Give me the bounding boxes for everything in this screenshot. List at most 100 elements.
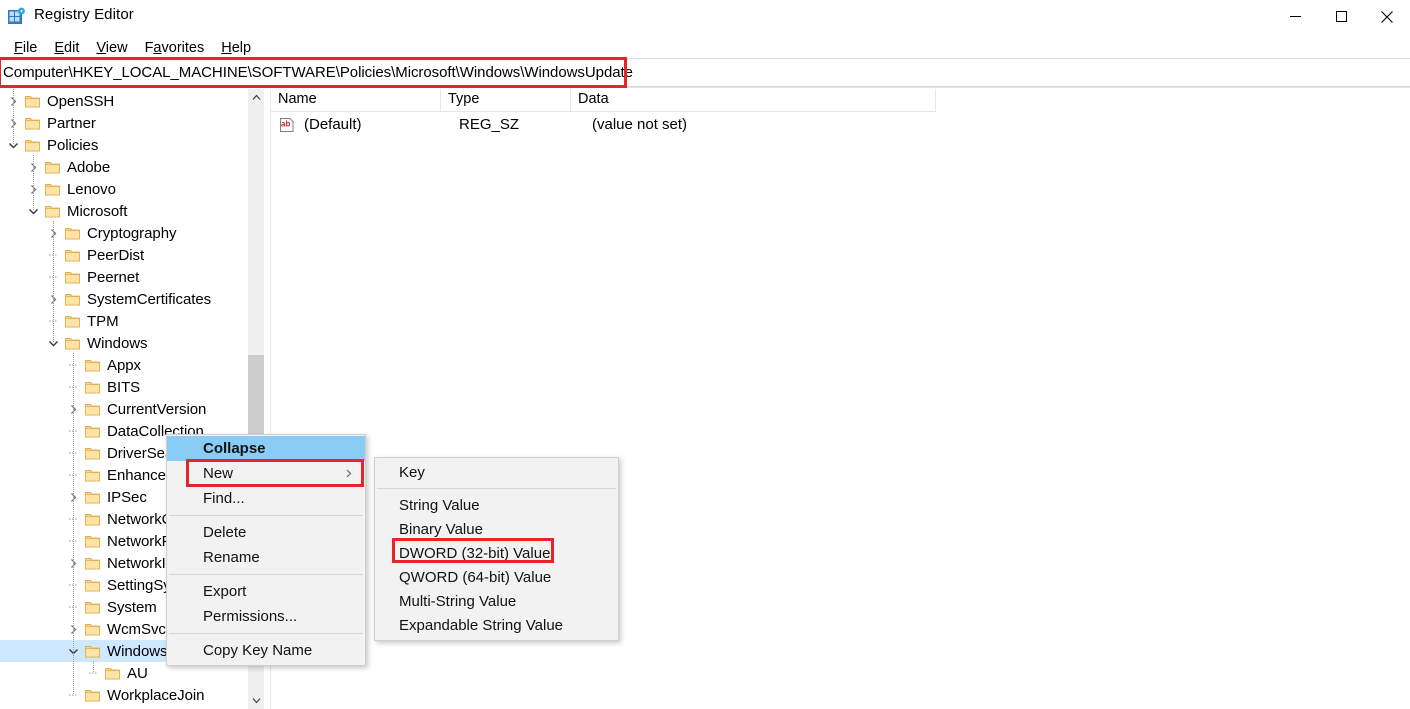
values-list: ab(Default)REG_SZ(value not set) — [271, 112, 1410, 137]
tree-indent-spacer — [0, 618, 65, 640]
submenu-item-qword-64-bit-value[interactable]: QWORD (64-bit) Value — [375, 565, 618, 589]
tree-item-label: Peernet — [82, 269, 139, 286]
address-bar-container: Computer\HKEY_LOCAL_MACHINE\SOFTWARE\Pol… — [0, 58, 1410, 88]
context-menu-item-label: New — [203, 465, 233, 482]
tree-indent-spacer — [0, 244, 45, 266]
value-row[interactable]: ab(Default)REG_SZ(value not set) — [271, 112, 1410, 137]
submenu-item-multi-string-value[interactable]: Multi-String Value — [375, 589, 618, 613]
tree-item-tpm[interactable]: TPM — [0, 310, 247, 332]
tree-indent-spacer — [0, 332, 45, 354]
context-menu-item-label: Collapse — [203, 440, 266, 457]
tree-item-windows[interactable]: Windows — [0, 332, 247, 354]
tree-item-workplacejoin[interactable]: WorkplaceJoin — [0, 684, 247, 706]
column-header-data[interactable]: Data — [571, 89, 936, 112]
tree-indent-spacer — [0, 596, 65, 618]
tree-indent-spacer — [0, 420, 65, 442]
tree-indent-spacer — [0, 486, 65, 508]
submenu-item-key[interactable]: Key — [375, 460, 618, 484]
folder-icon — [22, 90, 42, 112]
folder-icon — [82, 464, 102, 486]
column-header-type[interactable]: Type — [441, 89, 571, 112]
scroll-up-arrow[interactable] — [248, 89, 265, 106]
folder-icon — [22, 112, 42, 134]
tree-item-adobe[interactable]: Adobe — [0, 156, 247, 178]
context-menu-separator — [169, 633, 363, 634]
value-data: (value not set) — [585, 116, 687, 133]
context-menu-separator — [169, 515, 363, 516]
context-menu-item-delete[interactable]: Delete — [167, 520, 365, 545]
context-menu-item-copy-key-name[interactable]: Copy Key Name — [167, 638, 365, 663]
column-header-name[interactable]: Name — [271, 89, 441, 112]
tree-indent-spacer — [0, 640, 65, 662]
menu-edit[interactable]: Edit — [46, 39, 88, 57]
folder-icon — [62, 266, 82, 288]
tree-guide-line — [13, 89, 14, 144]
tree-item-lenovo[interactable]: Lenovo — [0, 178, 247, 200]
menu-favorites[interactable]: Favorites — [137, 39, 214, 57]
tree-item-label: IPSec — [102, 489, 147, 506]
submenu-item-string-value[interactable]: String Value — [375, 493, 618, 517]
submenu-item-label: QWORD (64-bit) Value — [399, 569, 551, 586]
tree-item-peernet[interactable]: Peernet — [0, 266, 247, 288]
tree-item-label: Partner — [42, 115, 96, 132]
scroll-down-arrow[interactable] — [248, 692, 265, 709]
tree-item-microsoft[interactable]: Microsoft — [0, 200, 247, 222]
window-controls — [1272, 0, 1410, 33]
tree-indent-spacer — [0, 376, 65, 398]
maximize-button[interactable] — [1318, 0, 1364, 33]
address-path-text: Computer\HKEY_LOCAL_MACHINE\SOFTWARE\Pol… — [0, 64, 633, 81]
context-menu-item-rename[interactable]: Rename — [167, 545, 365, 570]
folder-icon — [42, 200, 62, 222]
context-menu-item-new[interactable]: New — [167, 461, 365, 486]
folder-icon — [62, 244, 82, 266]
menu-view[interactable]: View — [88, 39, 136, 57]
tree-indent-spacer — [0, 552, 65, 574]
folder-icon — [82, 552, 102, 574]
tree-item-openssh[interactable]: OpenSSH — [0, 90, 247, 112]
submenu-item-label: Expandable String Value — [399, 617, 563, 634]
tree-item-bits[interactable]: BITS — [0, 376, 247, 398]
menu-help[interactable]: Help — [213, 39, 260, 57]
svg-text:ab: ab — [281, 119, 290, 128]
submenu-item-binary-value[interactable]: Binary Value — [375, 517, 618, 541]
context-menu-item-label: Copy Key Name — [203, 642, 312, 659]
folder-icon — [62, 288, 82, 310]
menu-file[interactable]: File — [6, 39, 46, 57]
tree-item-cryptography[interactable]: Cryptography — [0, 222, 247, 244]
tree-item-partner[interactable]: Partner — [0, 112, 247, 134]
tree-item-currentversion[interactable]: CurrentVersion — [0, 398, 247, 420]
submenu-item-label: Key — [399, 464, 425, 481]
submenu-item-label: DWORD (32-bit) Value — [399, 545, 550, 562]
tree-item-label: SystemCertificates — [82, 291, 211, 308]
folder-icon — [42, 156, 62, 178]
address-bar[interactable]: Computer\HKEY_LOCAL_MACHINE\SOFTWARE\Pol… — [0, 58, 1410, 87]
folder-icon — [102, 662, 122, 684]
submenu-item-dword-32-bit-value[interactable]: DWORD (32-bit) Value — [375, 541, 618, 565]
tree-item-label: AU — [122, 665, 148, 682]
tree-item-label: TPM — [82, 313, 119, 330]
tree-scrollbar-thumb[interactable] — [248, 355, 265, 443]
title-bar: Registry Editor — [0, 0, 1410, 33]
tree-item-label: Policies — [42, 137, 98, 154]
folder-icon — [82, 530, 102, 552]
folder-icon — [82, 684, 102, 706]
tree-item-systemcertificates[interactable]: SystemCertificates — [0, 288, 247, 310]
new-submenu: Key String ValueBinary Value DWORD (32-bit… — [374, 457, 619, 641]
folder-icon — [82, 640, 102, 662]
context-menu-item-permissions[interactable]: Permissions... — [167, 604, 365, 629]
tree-item-policies[interactable]: Policies — [0, 134, 247, 156]
tree-item-label: Cryptography — [82, 225, 176, 242]
context-menu-item-export[interactable]: Export — [167, 579, 365, 604]
context-menu-item-find[interactable]: Find... — [167, 486, 365, 511]
close-button[interactable] — [1364, 0, 1410, 33]
chevron-right-icon — [345, 465, 353, 482]
tree-indent-spacer — [0, 222, 45, 244]
tree-item-appx[interactable]: Appx — [0, 354, 247, 376]
context-menu-item-collapse[interactable]: Collapse — [167, 436, 365, 461]
tree-item-peerdist[interactable]: PeerDist — [0, 244, 247, 266]
submenu-item-expandable-string-value[interactable]: Expandable String Value — [375, 613, 618, 637]
minimize-button[interactable] — [1272, 0, 1318, 33]
folder-icon — [82, 596, 102, 618]
value-name: (Default) — [297, 116, 452, 133]
tree-item-label: Lenovo — [62, 181, 116, 198]
